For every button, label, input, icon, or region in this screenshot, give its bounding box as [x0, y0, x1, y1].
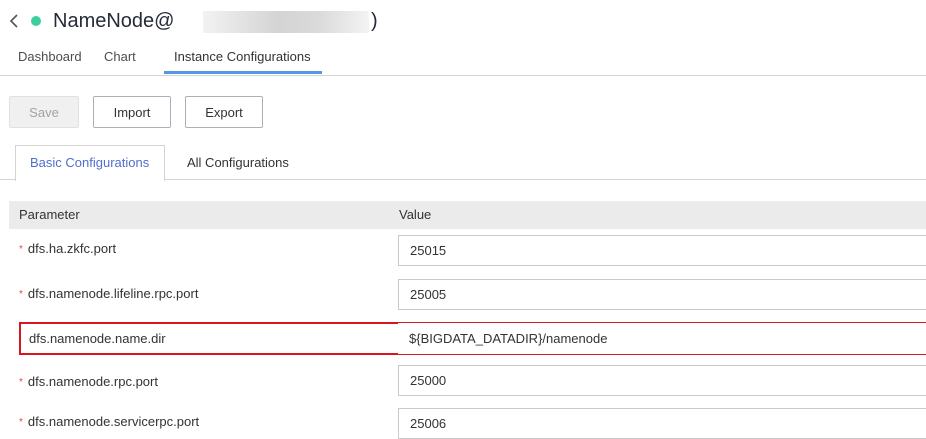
table-row-param: * dfs.namenode.lifeline.rpc.port [19, 286, 198, 303]
table-header [9, 201, 926, 229]
table-row-param: * dfs.ha.zkfc.port [19, 241, 116, 258]
value-input[interactable]: 25015 [398, 235, 926, 266]
value-input[interactable]: 25005 [398, 279, 926, 310]
page-title: NameNode@ [53, 10, 175, 32]
table-row-param: * dfs.namenode.rpc.port [19, 374, 158, 391]
param-name: dfs.namenode.servicerpc.port [27, 414, 200, 429]
required-marker-icon: * [19, 244, 23, 255]
param-name: dfs.namenode.rpc.port [27, 374, 158, 389]
table-row-param: * dfs.namenode.servicerpc.port [19, 414, 199, 431]
required-marker-icon: * [19, 417, 23, 428]
column-header-parameter: Parameter [19, 207, 80, 222]
param-name: dfs.namenode.name.dir [29, 331, 166, 346]
active-tab-indicator [164, 71, 322, 74]
import-button[interactable]: Import [93, 96, 171, 128]
export-button[interactable]: Export [185, 96, 263, 128]
required-marker-icon: * [19, 289, 23, 300]
table-row-param: dfs.namenode.name.dir [29, 331, 166, 347]
subtab-basic-label[interactable]: Basic Configurations [30, 155, 149, 171]
tab-chart[interactable]: Chart [104, 48, 136, 66]
value-input[interactable]: 25000 [398, 365, 926, 396]
save-button[interactable]: Save [9, 96, 79, 128]
tab-instance-configurations[interactable]: Instance Configurations [174, 48, 311, 66]
param-name: dfs.ha.zkfc.port [27, 241, 117, 256]
column-header-value: Value [399, 207, 432, 222]
value-input[interactable]: 25006 [398, 408, 926, 439]
tab-dashboard[interactable]: Dashboard [18, 48, 82, 66]
page-title-suffix: ) [371, 10, 378, 32]
value-input[interactable]: ${BIGDATA_DATADIR}/namenode [398, 323, 926, 354]
redacted-hostname [203, 11, 369, 33]
param-name: dfs.namenode.lifeline.rpc.port [27, 286, 199, 301]
subtab-all-configurations[interactable]: All Configurations [187, 155, 289, 171]
back-arrow-icon[interactable] [6, 11, 24, 31]
status-dot-icon [31, 16, 41, 26]
tab-divider [0, 75, 926, 76]
required-marker-icon: * [19, 377, 23, 388]
